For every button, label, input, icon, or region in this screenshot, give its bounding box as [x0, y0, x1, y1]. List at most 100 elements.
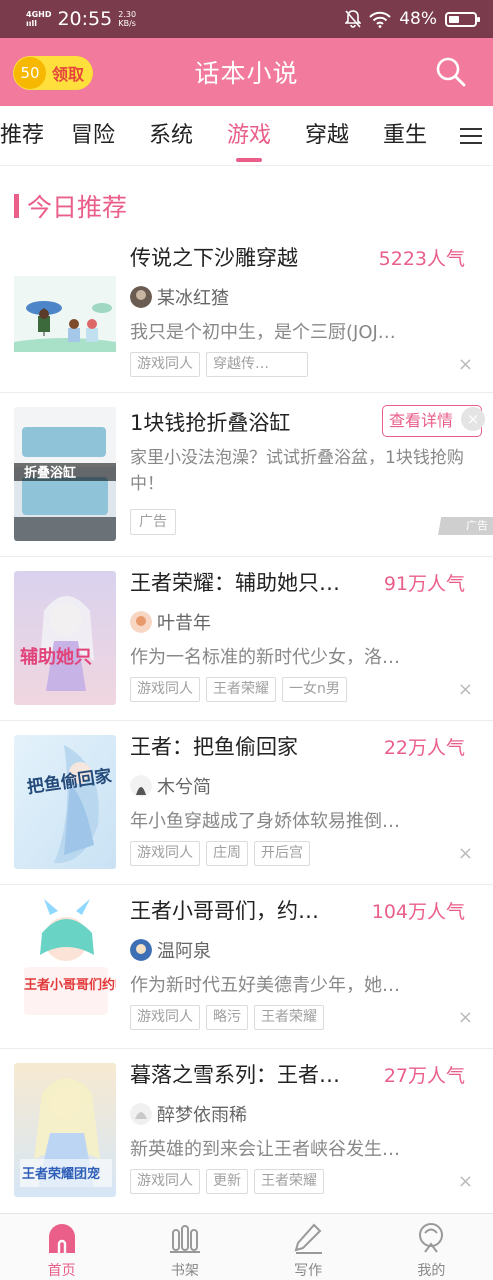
category-tabs: 推荐 冒险 系统 游戏 穿越 重生	[0, 106, 493, 166]
more-categories-icon[interactable]	[449, 106, 493, 165]
tag[interactable]: 庄周	[206, 841, 248, 866]
author-avatar	[130, 286, 152, 308]
book-cover[interactable]	[14, 246, 116, 380]
tag[interactable]: 游戏同人	[130, 677, 200, 702]
tag[interactable]: 游戏同人	[130, 841, 200, 866]
battery-percent: 48%	[399, 9, 437, 29]
tag[interactable]: 游戏同人	[130, 1169, 200, 1194]
book-title[interactable]: 暮落之雪系列：王者…	[130, 1059, 365, 1089]
book-description: 年小鱼穿越成了身娇体软易推倒…	[130, 811, 400, 832]
ad-badge: 广告	[431, 517, 493, 535]
nav-profile-label: 我的	[417, 1263, 446, 1279]
popularity: 27万人气	[383, 1065, 465, 1087]
tab-time-travel[interactable]: 穿越	[288, 106, 366, 165]
list-item[interactable]: 传说之下沙雕穿越 5223人气 某冰红猹 我只是个初中生，是个三厨(JOJ… 游…	[0, 232, 493, 393]
author[interactable]: 温阿泉	[130, 937, 211, 963]
book-title[interactable]: 传说之下沙雕穿越	[130, 242, 365, 272]
coin-icon: 50	[14, 57, 46, 89]
profile-icon	[419, 1223, 444, 1253]
bottom-nav: 首页 书架 写作 我的	[0, 1213, 493, 1280]
author[interactable]: 醉梦依雨稀	[130, 1101, 247, 1127]
dismiss-icon[interactable]: ×	[458, 354, 473, 375]
status-bar: 4GHD ııll 20:55 2.30 KB/s 48%	[0, 0, 493, 38]
popularity: 5223人气	[378, 248, 465, 270]
book-description: 作为一名标准的新时代少女，洛…	[130, 647, 400, 668]
author-name: 温阿泉	[157, 941, 211, 962]
author[interactable]: 木兮简	[130, 773, 211, 799]
list-item[interactable]: 王者小哥哥们约吗？ 王者小哥哥们，约… 104万人气 温阿泉 作为新时代五好美德…	[0, 885, 493, 1049]
app-title: 话本小说	[194, 59, 299, 88]
book-cover[interactable]: 王者小哥哥们约吗？	[14, 899, 116, 1033]
network-speed: 2.30 KB/s	[118, 10, 137, 28]
cover-title-text: 王者荣耀团宠	[22, 1166, 100, 1182]
nav-home-label: 首页	[47, 1263, 76, 1279]
list-item[interactable]: 王者荣耀团宠 暮落之雪系列：王者… 27万人气 醉梦依雨稀 新英雄的到来会让王者…	[0, 1049, 493, 1213]
tag[interactable]: 一女n男	[282, 677, 347, 702]
app-header: 50 领取 话本小说	[0, 38, 493, 106]
ad-cover[interactable]: 折叠浴缸	[14, 407, 116, 541]
search-icon[interactable]	[435, 56, 467, 88]
dismiss-icon[interactable]: ×	[458, 1171, 473, 1192]
ad-item[interactable]: 折叠浴缸 1块钱抢折叠浴缸 查看详情 × 家里小没法泡澡？试试折叠浴盆，1块钱抢…	[0, 393, 493, 557]
ad-tag: 广告	[130, 509, 176, 535]
section-title-text: 今日推荐	[27, 193, 128, 222]
author-name: 醉梦依雨稀	[157, 1105, 247, 1126]
book-title[interactable]: 王者：把鱼偷回家	[130, 731, 365, 761]
tag[interactable]: 更新	[206, 1169, 248, 1194]
nav-home[interactable]: 首页	[0, 1214, 123, 1280]
list-item[interactable]: 辅助她只 王者荣耀：辅助她只… 91万人气 叶昔年 作为一名标准的新时代少女，洛…	[0, 557, 493, 721]
section-marker	[14, 194, 19, 218]
author-name: 叶昔年	[157, 613, 211, 634]
nav-write[interactable]: 写作	[247, 1214, 370, 1280]
cover-title-text: 王者小哥哥们约吗？	[24, 977, 116, 993]
tag-list: 游戏同人 王者荣耀 一女n男	[130, 677, 347, 702]
close-icon[interactable]: ×	[461, 407, 485, 431]
dismiss-icon[interactable]: ×	[458, 843, 473, 864]
tab-adventure[interactable]: 冒险	[54, 106, 132, 165]
author[interactable]: 某冰红猹	[130, 284, 229, 310]
tag[interactable]: 王者荣耀	[254, 1169, 324, 1194]
tab-recommend[interactable]: 推荐	[0, 106, 54, 165]
book-description: 作为新时代五好美德青少年，她…	[130, 975, 400, 996]
author-avatar	[130, 939, 152, 961]
author-name: 木兮简	[157, 777, 211, 798]
mute-bell-icon	[345, 10, 362, 28]
tag-list: 游戏同人 穿越传…	[130, 352, 308, 377]
author[interactable]: 叶昔年	[130, 609, 211, 635]
tag-list: 游戏同人 庄周 开后宫	[130, 841, 310, 866]
nav-bookshelf[interactable]: 书架	[123, 1214, 246, 1280]
cover-title-text: 辅助她只	[20, 646, 92, 668]
tag[interactable]: 王者荣耀	[206, 677, 276, 702]
dismiss-icon[interactable]: ×	[458, 679, 473, 700]
book-cover[interactable]: 王者荣耀团宠	[14, 1063, 116, 1197]
pen-icon	[294, 1223, 323, 1254]
book-cover[interactable]: 把鱼偷回家	[14, 735, 116, 869]
tag[interactable]: 王者荣耀	[254, 1005, 324, 1030]
bookshelf-icon	[169, 1225, 200, 1253]
book-title[interactable]: 王者荣耀：辅助她只…	[130, 567, 365, 597]
tag[interactable]: 穿越传…	[206, 352, 308, 377]
tab-rebirth[interactable]: 重生	[366, 106, 444, 165]
battery-icon	[445, 11, 480, 27]
ad-cover-text: 折叠浴缸	[24, 465, 76, 481]
tag[interactable]: 游戏同人	[130, 1005, 200, 1030]
dismiss-icon[interactable]: ×	[458, 1007, 473, 1028]
nav-write-label: 写作	[294, 1263, 323, 1279]
book-cover[interactable]: 辅助她只	[14, 571, 116, 705]
tag[interactable]: 略污	[206, 1005, 248, 1030]
book-description: 新英雄的到来会让王者峡谷发生…	[130, 1139, 400, 1160]
nav-profile[interactable]: 我的	[370, 1214, 493, 1280]
tab-system[interactable]: 系统	[132, 106, 210, 165]
tag[interactable]: 游戏同人	[130, 352, 200, 377]
wifi-icon	[369, 11, 391, 28]
claim-coins-button[interactable]: 50 领取	[13, 56, 93, 90]
tag[interactable]: 开后宫	[254, 841, 310, 866]
book-title[interactable]: 王者小哥哥们，约…	[130, 895, 365, 925]
section-title: 今日推荐	[14, 188, 127, 224]
author-name: 某冰红猹	[157, 288, 229, 309]
popularity: 104万人气	[371, 901, 465, 923]
ad-title[interactable]: 1块钱抢折叠浴缸	[130, 407, 290, 437]
list-item[interactable]: 把鱼偷回家 王者：把鱼偷回家 22万人气 木兮简 年小鱼穿越成了身娇体软易推倒……	[0, 721, 493, 885]
popularity: 22万人气	[383, 737, 465, 759]
tab-game[interactable]: 游戏	[210, 106, 288, 165]
